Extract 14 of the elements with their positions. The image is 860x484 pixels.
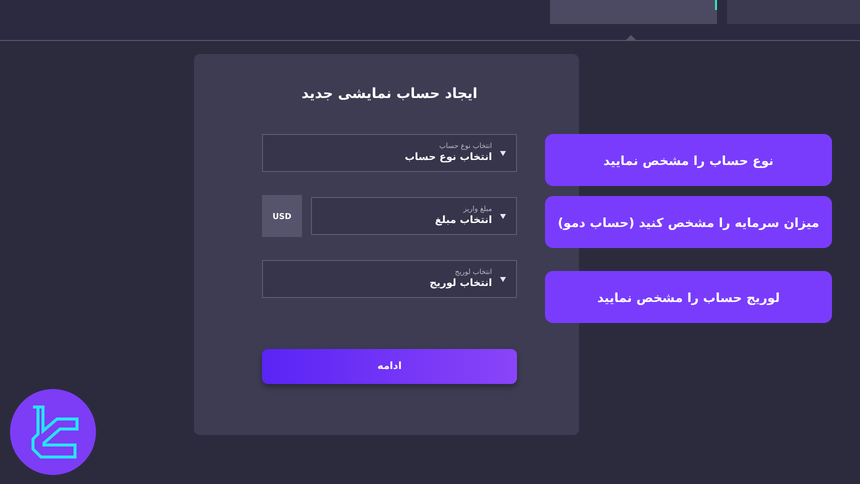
currency-badge: USD: [262, 195, 302, 237]
logo-icon: [10, 389, 96, 475]
form-title: ایجاد حساب نمایشی جدید: [300, 86, 478, 102]
callout-label: لوریج حساب را مشخص نمایید: [545, 271, 832, 323]
account-tab[interactable]: [550, 0, 717, 24]
caret-icon: [500, 276, 506, 282]
caret-icon: [500, 150, 506, 156]
callout-label: نوع حساب را مشخص نمایید: [545, 134, 832, 186]
caret-icon: [500, 214, 506, 218]
field-value: انتخاب مبلغ: [435, 214, 492, 227]
continue-button[interactable]: ادامه: [262, 349, 517, 384]
field-value: انتخاب نوع حساب: [404, 151, 492, 164]
field-value: انتخاب لوریج: [430, 277, 492, 290]
callout-label: میزان سرمایه را مشخص کنید (حساب دمو): [545, 196, 832, 248]
